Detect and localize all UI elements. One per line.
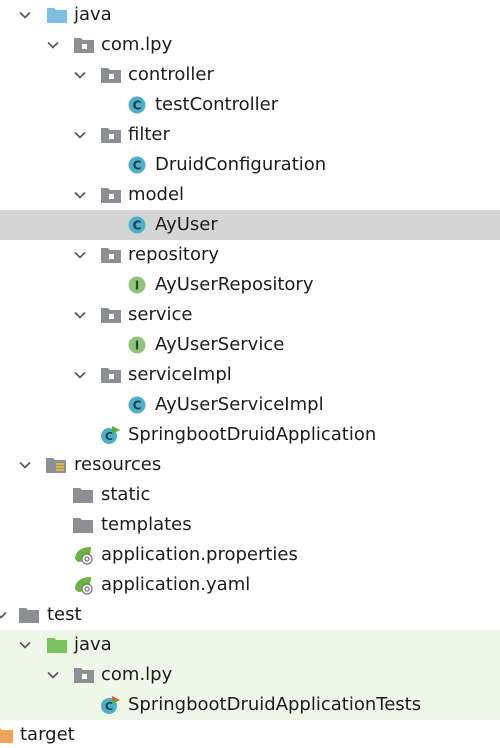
tree-item-label: com.lpy (101, 34, 173, 55)
tree-item-package[interactable]: com.lpy (0, 660, 500, 690)
spring-boot-class-icon: C (101, 426, 120, 444)
spring-config-icon (75, 577, 93, 595)
tree-item-test-folder[interactable]: test (0, 600, 500, 630)
chevron-down-icon[interactable] (46, 668, 60, 682)
tree-item-class[interactable]: C testController (0, 90, 500, 120)
svg-text:C: C (133, 399, 142, 413)
tree-item-label: AyUserService (155, 334, 285, 355)
interface-icon: I (128, 276, 146, 294)
spring-boot-test-class-icon: C (101, 696, 120, 714)
svg-text:C: C (133, 159, 142, 173)
chevron-down-icon[interactable] (18, 8, 32, 22)
tree-item-folder[interactable]: templates (0, 510, 500, 540)
project-tree: java com.lpy controller C testController… (0, 0, 500, 748)
chevron-down-icon[interactable] (18, 638, 32, 652)
tree-item-label: application.properties (101, 544, 298, 565)
tree-item-label: testController (155, 94, 279, 115)
tree-item-interface[interactable]: I AyUserRepository (0, 270, 500, 300)
tree-item-package[interactable]: repository (0, 240, 500, 270)
svg-text:I: I (135, 339, 139, 353)
chevron-down-icon[interactable] (73, 128, 87, 142)
tree-item-label: SpringbootDruidApplicationTests (128, 694, 422, 715)
tree-item-label: controller (128, 64, 214, 85)
resources-folder-icon (46, 458, 66, 473)
tree-item-label: repository (128, 244, 220, 265)
tree-item-spring-boot-test-class[interactable]: C SpringbootDruidApplicationTests (0, 690, 500, 720)
chevron-down-icon[interactable] (18, 458, 32, 472)
class-icon: C (128, 96, 146, 114)
tree-item-label: target (20, 724, 75, 745)
tree-item-label: SpringbootDruidApplication (128, 424, 377, 445)
tree-item-package[interactable]: filter (0, 120, 500, 150)
svg-text:C: C (105, 430, 113, 443)
package-icon (74, 668, 94, 683)
tree-item-label: serviceImpl (128, 364, 232, 385)
svg-text:C: C (133, 99, 142, 113)
tree-item-config-file[interactable]: application.yaml (0, 570, 500, 600)
tree-item-label: AyUserServiceImpl (155, 394, 324, 415)
chevron-down-icon[interactable] (73, 248, 87, 262)
class-icon: C (128, 216, 146, 234)
tree-item-label: java (74, 634, 112, 655)
tree-item-package[interactable]: model (0, 180, 500, 210)
chevron-down-icon[interactable] (46, 38, 60, 52)
tree-item-class[interactable]: C AyUserServiceImpl (0, 390, 500, 420)
tree-item-package[interactable]: service (0, 300, 500, 330)
class-icon: C (128, 396, 146, 414)
package-icon (101, 368, 121, 383)
chevron-down-icon[interactable] (73, 308, 87, 322)
package-icon (101, 248, 121, 263)
tree-item-label: application.yaml (101, 574, 251, 595)
interface-icon: I (128, 336, 146, 354)
tree-item-resources[interactable]: resources (0, 450, 500, 480)
package-icon (101, 68, 121, 83)
svg-text:C: C (105, 700, 113, 713)
tree-item-config-file[interactable]: application.properties (0, 540, 500, 570)
tree-item-package[interactable]: com.lpy (0, 30, 500, 60)
chevron-down-icon[interactable] (73, 368, 87, 382)
tree-item-label: AyUserRepository (155, 274, 314, 295)
tree-item-label: DruidConfiguration (155, 154, 327, 175)
tree-item-label: service (128, 304, 193, 325)
package-icon (101, 308, 121, 323)
tree-item-label: java (74, 4, 112, 25)
tree-item-target-folder[interactable]: target (0, 720, 500, 748)
package-icon (101, 128, 121, 143)
tree-item-interface[interactable]: I AyUserService (0, 330, 500, 360)
tree-item-spring-boot-class[interactable]: C SpringbootDruidApplication (0, 420, 500, 450)
folder-gray-icon (19, 608, 39, 623)
tree-item-label: filter (128, 124, 170, 145)
tree-item-label: model (128, 184, 185, 205)
tree-item-class[interactable]: C DruidConfiguration (0, 150, 500, 180)
folder-orange-icon (0, 728, 13, 743)
tree-item-label: com.lpy (101, 664, 173, 685)
svg-text:C: C (133, 219, 142, 233)
tree-item-label: templates (101, 514, 192, 535)
tree-item-label: static (101, 484, 151, 505)
tree-item-label: AyUser (155, 214, 218, 235)
tree-item-class-selected[interactable]: C AyUser (0, 210, 500, 240)
tree-item-java[interactable]: java (0, 0, 500, 30)
class-icon: C (128, 156, 146, 174)
package-icon (101, 188, 121, 203)
chevron-down-icon[interactable] (0, 608, 8, 622)
tree-item-folder[interactable]: static (0, 480, 500, 510)
tree-item-package[interactable]: controller (0, 60, 500, 90)
folder-green-icon (47, 638, 67, 653)
svg-text:I: I (135, 279, 139, 293)
package-icon (74, 38, 94, 53)
folder-blue-icon (47, 8, 67, 23)
chevron-down-icon[interactable] (73, 188, 87, 202)
tree-item-label: test (47, 604, 82, 625)
folder-gray-icon (73, 518, 93, 533)
spring-config-icon (75, 547, 93, 565)
chevron-down-icon[interactable] (73, 68, 87, 82)
tree-item-package[interactable]: serviceImpl (0, 360, 500, 390)
tree-item-label: resources (74, 454, 162, 475)
folder-gray-icon (73, 488, 93, 503)
tree-item-test-java[interactable]: java (0, 630, 500, 660)
